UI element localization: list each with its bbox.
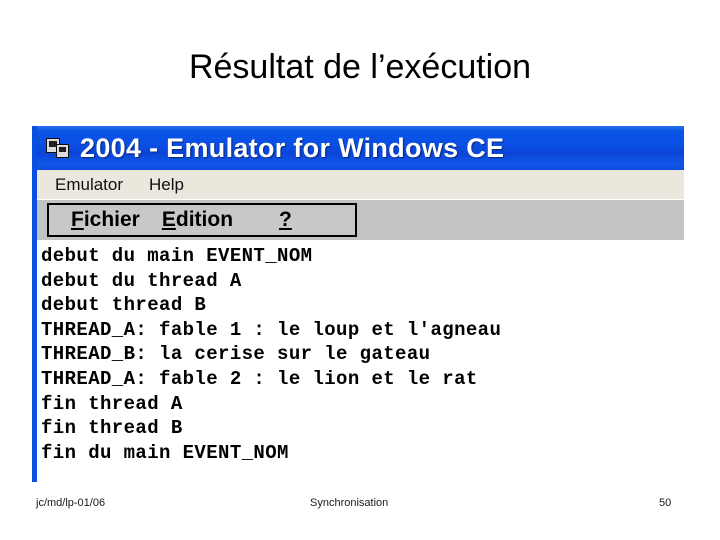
console-line: debut thread B [41,294,207,317]
console-line: THREAD_B: la cerise sur le gateau [41,343,431,366]
app-menu-item-edition-rest: dition [175,208,234,231]
console-line: THREAD_A: fable 1 : le loup et l'agneau [41,318,502,341]
console-line: fin thread B [41,417,183,440]
app-menu-item-fichier-rest: ichier [83,208,140,231]
window-title: 2004 - Emulator for Windows CE [80,132,505,163]
footer-left-text: jc/md/lp-01/06 [36,497,106,509]
console-line: debut du main EVENT_NOM [41,245,313,267]
window-titlebar: 2004 - Emulator for Windows CE [37,126,684,170]
footer-page-number: 50 [659,497,672,509]
app-menu-item-fichier-mnemonic: F [71,208,84,231]
menu-item-emulator[interactable]: Emulator [55,175,123,195]
console-line: fin du main EVENT_NOM [41,441,289,464]
console-output: debut du main EVENT_NOM debut du thread … [37,240,684,482]
console-line: fin thread A [41,392,183,415]
footer-center-text: Synchronisation [310,497,389,509]
console-line: debut du thread A [41,269,242,292]
toolbar-row: Fichier Edition ? [37,200,684,240]
emulator-devices-icon [46,137,70,160]
app-menu-bar: Fichier Edition ? [47,203,357,237]
app-menu-item-fichier[interactable]: Fichier [71,208,140,232]
app-menu-item-edition-mnemonic: E [161,208,176,231]
menu-bar: Emulator Help [37,170,684,200]
console-line: THREAD_A: fable 2 : le lion et le rat [41,367,478,390]
menu-item-help[interactable]: Help [149,175,184,195]
app-menu-item-help-mnemonic: ? [279,208,292,231]
page-title: Résultat de l’exécution [188,48,532,86]
app-menu-item-help[interactable]: ? [279,208,292,232]
app-menu-item-edition[interactable]: Edition [162,208,233,232]
emulator-window: 2004 - Emulator for Windows CE Emulator … [32,126,684,482]
